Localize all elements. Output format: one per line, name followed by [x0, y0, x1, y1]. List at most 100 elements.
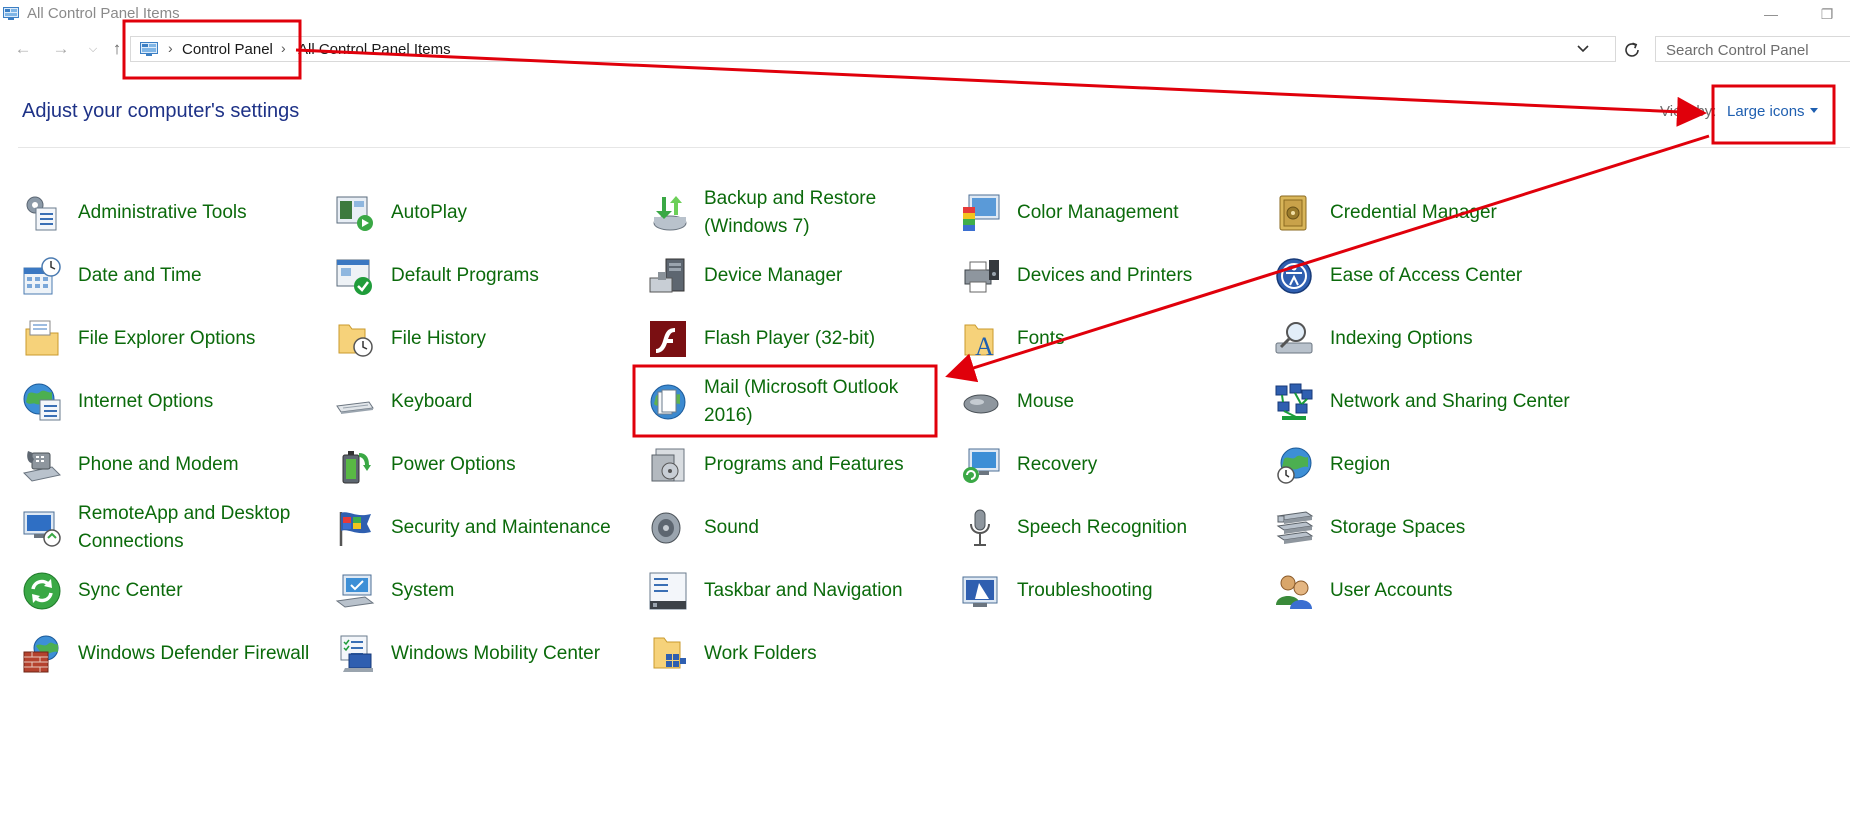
search-box[interactable]	[1655, 36, 1850, 62]
minimize-button[interactable]: —	[1756, 2, 1786, 26]
item-label: Date and Time	[78, 265, 202, 286]
item-label: Power Options	[391, 454, 516, 475]
item-administrative-tools[interactable]: Administrative Tools	[20, 182, 320, 244]
item-label: RemoteApp and Desktop Connections	[78, 503, 291, 552]
item-keyboard[interactable]: Keyboard	[333, 371, 633, 433]
item-network-sharing[interactable]: Network and Sharing Center	[1272, 371, 1572, 433]
refresh-icon[interactable]	[1620, 38, 1644, 62]
item-device-manager[interactable]: Device Manager	[646, 245, 946, 307]
item-storage-spaces[interactable]: Storage Spaces	[1272, 497, 1572, 559]
item-sound[interactable]: Sound	[646, 497, 946, 559]
item-date-time[interactable]: Date and Time	[20, 245, 320, 307]
address-bar[interactable]: › Control Panel › All Control Panel Item…	[130, 36, 1616, 62]
item-label: Internet Options	[78, 391, 214, 412]
item-internet-options[interactable]: Internet Options	[20, 371, 320, 433]
item-label: Region	[1330, 454, 1391, 475]
item-phone-modem[interactable]: Phone and Modem	[20, 434, 320, 496]
view-by-dropdown[interactable]: Large icons	[1727, 103, 1818, 120]
recent-locations-button[interactable]: ⌵	[82, 38, 104, 60]
item-power-options[interactable]: Power Options	[333, 434, 633, 496]
item-label: Network and Sharing Center	[1330, 391, 1570, 412]
forward-button[interactable]: →	[50, 38, 72, 60]
item-ease-of-access[interactable]: Ease of Access Center	[1272, 245, 1572, 307]
item-remoteapp[interactable]: RemoteApp and Desktop Connections	[20, 497, 320, 559]
item-label: File History	[391, 328, 487, 349]
item-label: Mail (Microsoft Outlook 2016)	[704, 377, 899, 426]
system-icon	[335, 574, 375, 608]
item-autoplay[interactable]: AutoPlay	[333, 182, 633, 244]
default-programs-icon	[336, 259, 372, 295]
breadcrumb-all-items[interactable]: All Control Panel Items	[298, 41, 451, 58]
item-mail[interactable]: Mail (Microsoft Outlook 2016)	[646, 371, 946, 433]
item-label: Devices and Printers	[1017, 265, 1193, 286]
item-file-history[interactable]: File History	[333, 308, 633, 370]
item-label: Device Manager	[704, 265, 843, 286]
search-input[interactable]	[1664, 38, 1848, 62]
item-region[interactable]: Region	[1272, 434, 1572, 496]
item-label: Programs and Features	[704, 454, 904, 475]
backup-restore-icon	[653, 196, 687, 231]
item-label: Keyboard	[391, 391, 473, 412]
item-recovery[interactable]: Recovery	[959, 434, 1259, 496]
item-flash-player[interactable]: Flash Player (32-bit)	[646, 308, 946, 370]
back-button[interactable]: ←	[12, 38, 34, 60]
item-security-maintenance[interactable]: Security and Maintenance	[333, 497, 633, 559]
item-mobility-center[interactable]: Windows Mobility Center	[333, 623, 633, 685]
item-label: File Explorer Options	[78, 328, 256, 349]
breadcrumb-control-panel[interactable]: Control Panel	[182, 41, 273, 58]
item-backup-restore[interactable]: Backup and Restore (Windows 7)	[646, 182, 946, 244]
item-label: Windows Mobility Center	[391, 643, 601, 664]
item-taskbar-navigation[interactable]: Taskbar and Navigation	[646, 560, 946, 622]
item-user-accounts[interactable]: User Accounts	[1272, 560, 1572, 622]
title-bar: All Control Panel Items — ❐	[0, 0, 1850, 28]
restore-button[interactable]: ❐	[1812, 2, 1842, 26]
device-manager-icon	[649, 258, 685, 293]
up-button[interactable]: ↑	[106, 38, 128, 60]
header-divider	[18, 147, 1850, 148]
item-sync-center[interactable]: Sync Center	[20, 560, 320, 622]
item-label: Recovery	[1017, 454, 1098, 475]
item-fonts[interactable]: A Fonts	[959, 308, 1259, 370]
control-panel-window: All Control Panel Items — ❐ ← → ⌵ ↑ › Co…	[0, 0, 1850, 824]
security-maintenance-icon	[339, 512, 371, 546]
item-label: Color Management	[1017, 202, 1179, 223]
mail-icon	[650, 384, 686, 420]
item-default-programs[interactable]: Default Programs	[333, 245, 633, 307]
item-label: User Accounts	[1330, 580, 1453, 601]
item-work-folders[interactable]: Work Folders	[646, 623, 946, 685]
item-label: Taskbar and Navigation	[704, 580, 903, 601]
item-firewall[interactable]: Windows Defender Firewall	[20, 623, 320, 685]
item-label: Indexing Options	[1330, 328, 1473, 349]
file-explorer-options-icon	[25, 320, 59, 356]
item-color-management[interactable]: Color Management	[959, 182, 1259, 244]
administrative-tools-icon	[26, 196, 57, 231]
item-label: Windows Defender Firewall	[78, 643, 310, 664]
item-mouse[interactable]: Mouse	[959, 371, 1259, 433]
item-devices-printers[interactable]: Devices and Printers	[959, 245, 1259, 307]
item-file-explorer-options[interactable]: File Explorer Options	[20, 308, 320, 370]
item-label: Sync Center	[78, 580, 183, 601]
mobility-center-icon	[340, 635, 373, 672]
power-options-icon	[342, 451, 371, 484]
item-programs-features[interactable]: Programs and Features	[646, 434, 946, 496]
programs-features-icon	[651, 448, 685, 482]
troubleshooting-icon	[962, 576, 998, 607]
chevron-down-icon[interactable]	[1575, 41, 1591, 57]
item-label: Storage Spaces	[1330, 517, 1466, 538]
flash-player-icon	[650, 321, 686, 357]
page-title: Adjust your computer's settings	[22, 100, 300, 122]
recovery-icon	[963, 448, 1000, 483]
devices-printers-icon	[964, 260, 999, 293]
sound-icon	[651, 512, 681, 544]
item-label: Credential Manager	[1330, 202, 1497, 223]
date-time-icon	[23, 257, 61, 295]
item-system[interactable]: System	[333, 560, 633, 622]
item-indexing-options[interactable]: Indexing Options	[1272, 308, 1572, 370]
item-troubleshooting[interactable]: Troubleshooting	[959, 560, 1259, 622]
item-label: System	[391, 580, 455, 601]
keyboard-icon	[336, 401, 374, 414]
internet-options-icon	[23, 383, 61, 421]
item-speech-recognition[interactable]: Speech Recognition	[959, 497, 1259, 559]
item-credential-manager[interactable]: Credential Manager	[1272, 182, 1572, 244]
item-label: Ease of Access Center	[1330, 265, 1523, 286]
